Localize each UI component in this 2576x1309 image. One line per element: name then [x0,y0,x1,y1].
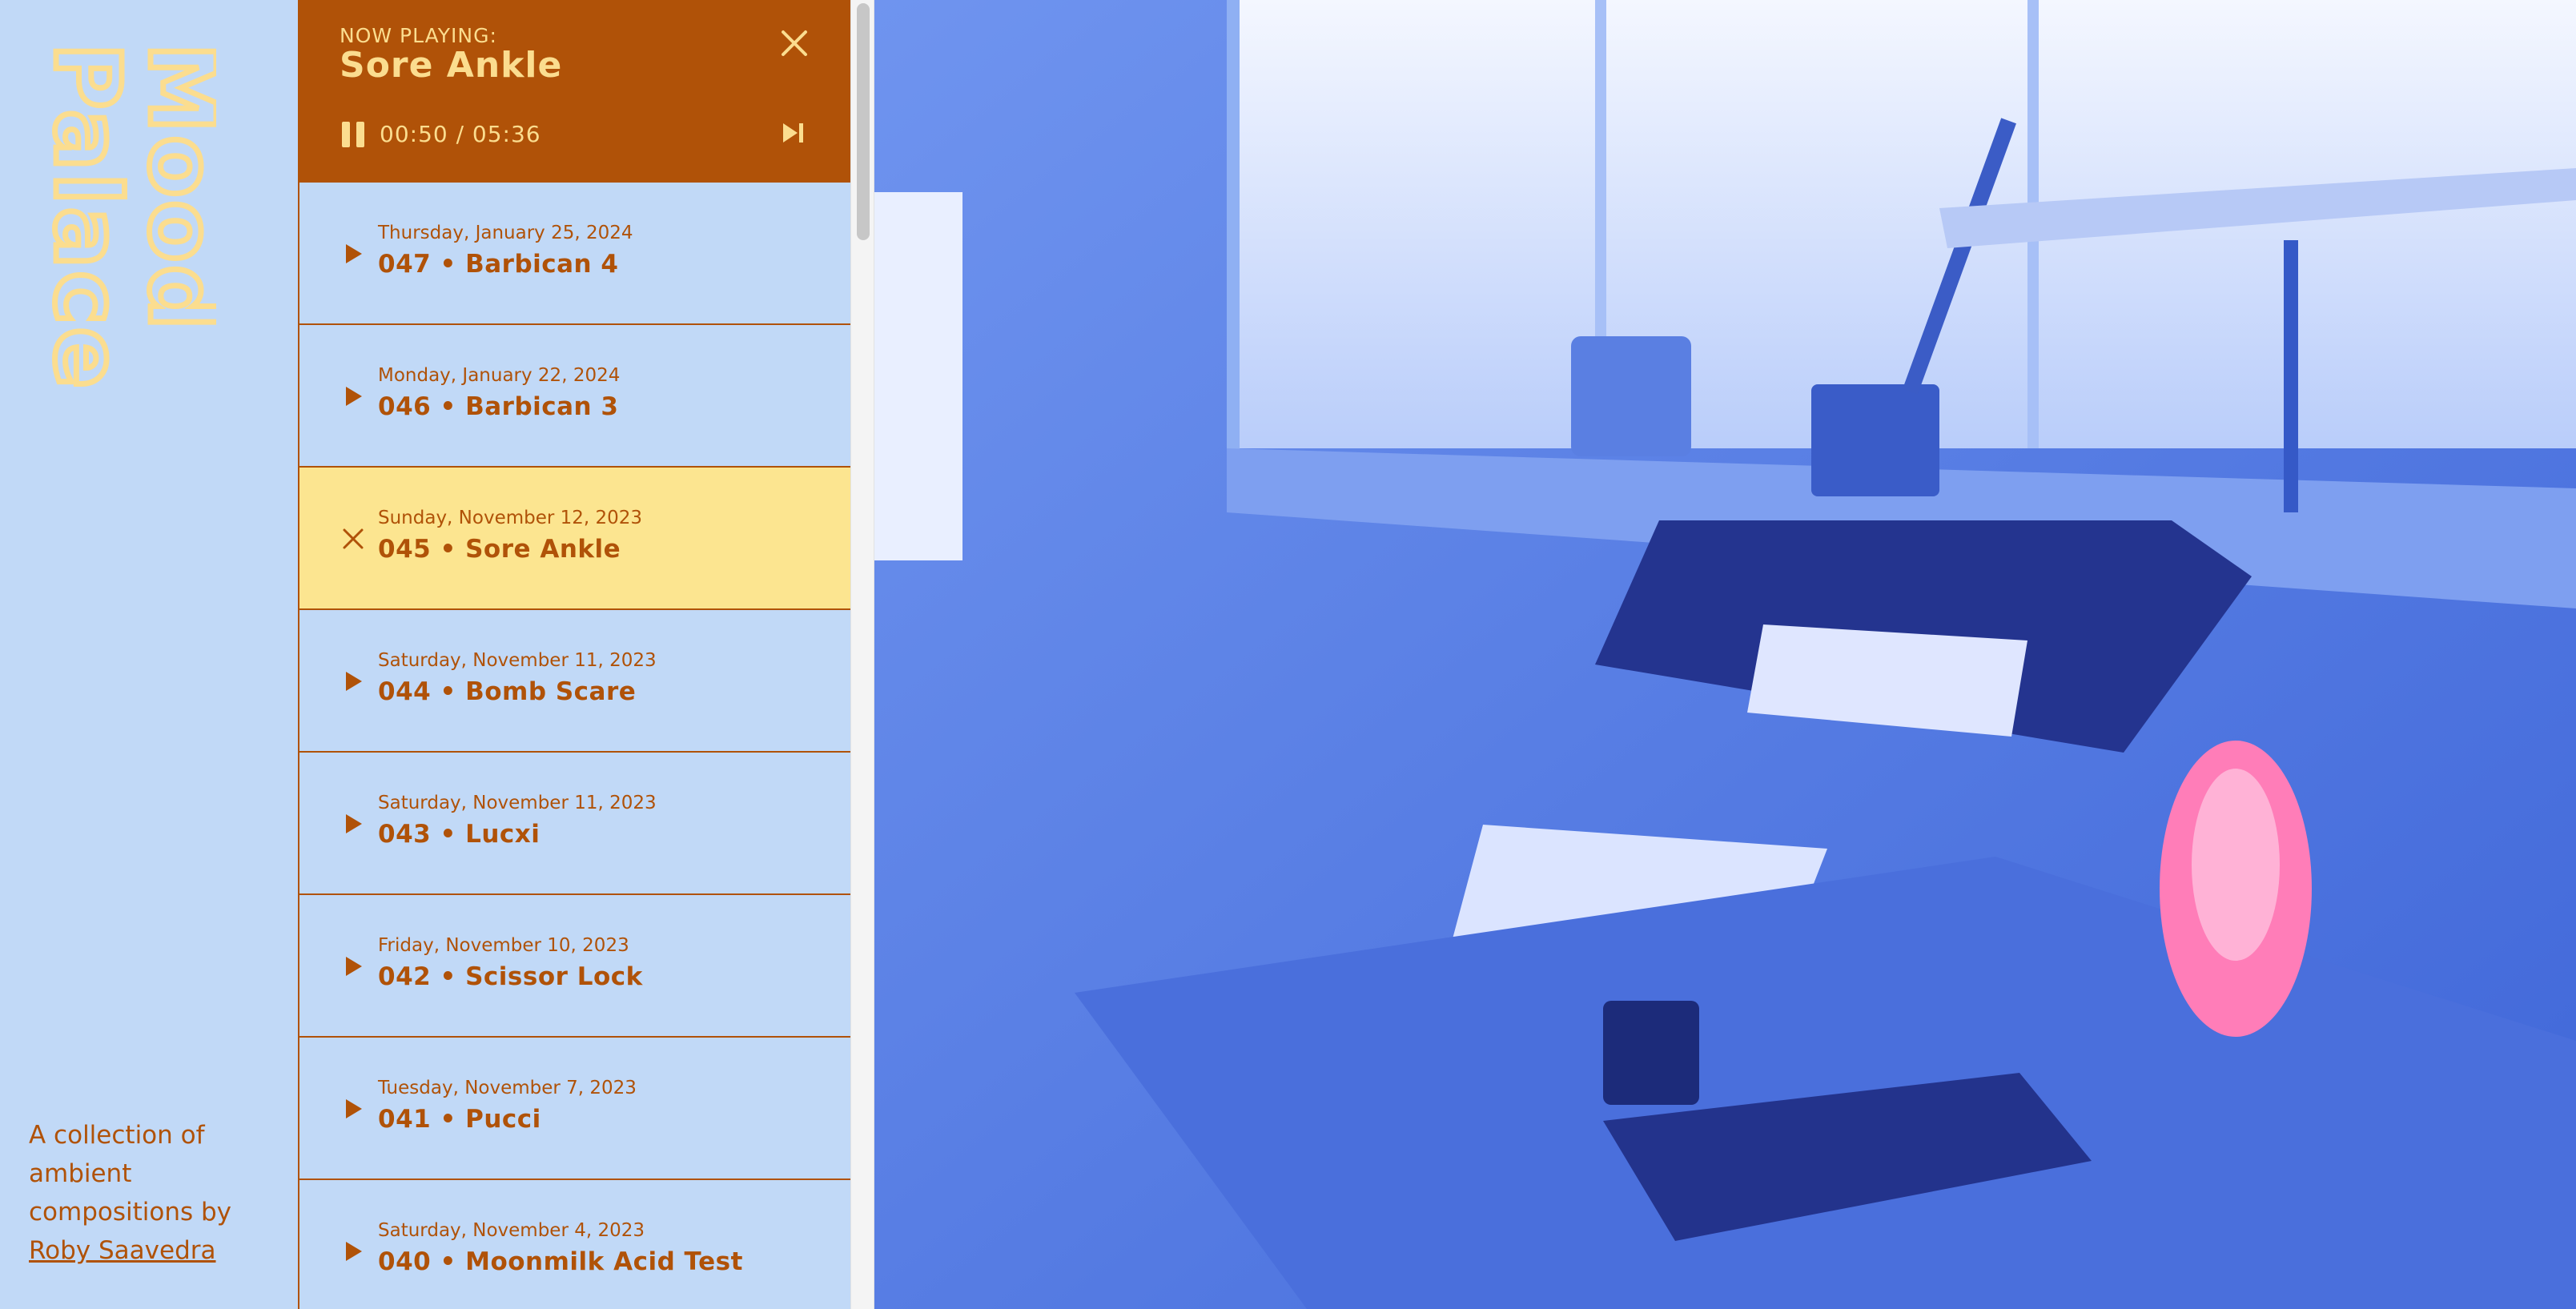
now-playing-bar: NOW PLAYING: Sore Ankle 00:50 / 05:36 [299,0,850,183]
mood-palace-logo: Mood Palace [24,38,217,487]
track-item[interactable]: Tuesday, November 7, 2023 041 • Pucci [299,1038,850,1180]
play-icon [346,814,362,833]
logo-text-mood: Mood [129,43,216,333]
track-list: Thursday, January 25, 2024 047 • Barbica… [299,183,850,1309]
brand-column: Mood Palace A collection of ambient comp… [0,0,298,1309]
skip-next-icon [783,123,803,143]
tagline: A collection of ambient compositions by … [29,1116,269,1270]
player-panel: NOW PLAYING: Sore Ankle 00:50 / 05:36 Th… [298,0,850,1309]
track-item[interactable]: Saturday, November 11, 2023 044 • Bomb S… [299,610,850,753]
play-icon [346,1099,362,1118]
track-title: 042 • Scissor Lock [378,962,643,991]
track-date: Tuesday, November 7, 2023 [378,1078,637,1098]
studio-photo [874,0,2576,1309]
close-player-button[interactable] [775,24,814,62]
tracklist-scrollbar[interactable] [850,0,874,1309]
track-title: 040 • Moonmilk Acid Test [378,1247,743,1276]
play-icon [346,1242,362,1261]
track-date: Friday, November 10, 2023 [378,935,629,956]
now-playing-title: Sore Ankle [340,45,563,86]
playback-time: 00:50 / 05:36 [380,121,541,147]
logo-text-palace: Palace [34,43,139,391]
track-title: 044 • Bomb Scare [378,677,637,706]
track-item[interactable]: Friday, November 10, 2023 042 • Scissor … [299,895,850,1038]
track-date: Saturday, November 4, 2023 [378,1220,645,1241]
track-item[interactable]: Saturday, November 4, 2023 040 • Moonmil… [299,1180,850,1309]
track-title: 041 • Pucci [378,1105,541,1134]
pause-icon [342,122,364,147]
play-icon [346,387,362,406]
track-title: 047 • Barbican 4 [378,250,619,279]
track-title: 045 • Sore Ankle [378,535,621,564]
play-icon [346,672,362,691]
track-date: Saturday, November 11, 2023 [378,793,657,813]
pause-button[interactable] [340,120,367,149]
track-item-active[interactable]: Sunday, November 12, 2023 045 • Sore Ank… [299,468,850,610]
author-link[interactable]: Roby Saavedra [29,1236,216,1265]
skip-next-button[interactable] [778,118,807,147]
track-item[interactable]: Monday, January 22, 2024 046 • Barbican … [299,325,850,468]
now-playing-label: NOW PLAYING: [340,24,497,47]
play-icon [346,957,362,976]
track-date: Saturday, November 11, 2023 [378,650,657,671]
close-icon [782,30,807,56]
track-item[interactable]: Thursday, January 25, 2024 047 • Barbica… [299,183,850,325]
track-date: Thursday, January 25, 2024 [378,223,633,243]
track-item[interactable]: Saturday, November 11, 2023 043 • Lucxi [299,753,850,895]
track-title: 043 • Lucxi [378,820,541,849]
track-date: Monday, January 22, 2024 [378,365,621,386]
track-title: 046 • Barbican 3 [378,392,619,421]
close-icon [343,528,364,549]
track-date: Sunday, November 12, 2023 [378,508,643,528]
tagline-text: A collection of ambient compositions by [29,1121,232,1227]
scrollbar-thumb[interactable] [857,3,870,240]
play-icon [346,244,362,263]
